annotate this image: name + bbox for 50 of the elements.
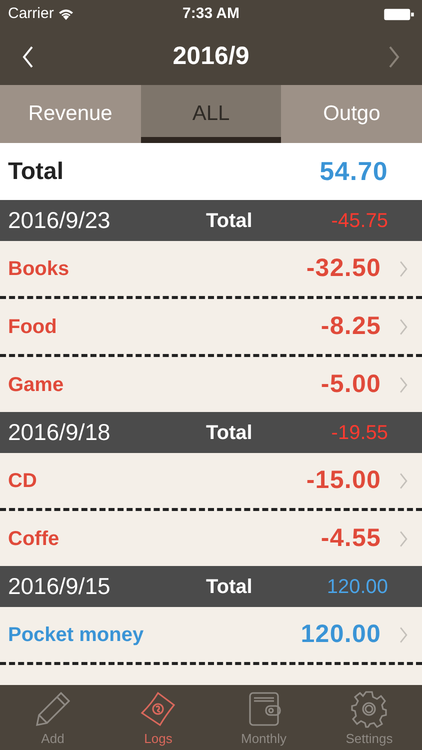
log-entry-row[interactable]: Game -5.00 <box>0 357 422 412</box>
category-label: Pocket money <box>8 622 144 648</box>
category-label: Books <box>8 256 70 282</box>
battery-icon <box>384 8 414 20</box>
carrier-label: Carrier <box>8 4 54 24</box>
chevron-right-icon[interactable] <box>399 260 408 276</box>
total-amount: 54.70 <box>320 155 388 188</box>
chevron-right-icon[interactable] <box>399 530 408 546</box>
category-label: CD <box>8 468 37 494</box>
chevron-right-icon[interactable] <box>399 318 408 334</box>
entry-amount: -5.00 <box>320 368 381 400</box>
category-label: Game <box>8 372 64 398</box>
filter-tab[interactable]: ALL <box>140 85 282 143</box>
settings-icon <box>349 689 390 729</box>
log-entry-row[interactable]: Pocket money 120.00 <box>0 607 422 662</box>
log-entry-row[interactable]: Food -8.25 <box>0 299 422 354</box>
entry-amount: 120.00 <box>300 618 381 650</box>
tab-bar-item[interactable]: Add <box>0 685 106 750</box>
day-total-label: Total <box>206 420 252 446</box>
wifi-icon <box>58 8 74 20</box>
entry-amount: -4.55 <box>320 522 381 554</box>
day-total-label: Total <box>206 574 252 600</box>
forward-chevron-icon[interactable] <box>388 44 400 68</box>
day-total-amount: -19.55 <box>331 420 388 446</box>
clock-time: 7:33 AM <box>182 4 240 24</box>
day-total-amount: -45.75 <box>331 208 388 234</box>
day-total-label: Total <box>206 208 252 234</box>
date-label: 2016/9/18 <box>8 418 112 448</box>
entry-amount: -15.00 <box>306 464 381 496</box>
tab-bar-item[interactable]: Logs <box>106 685 211 750</box>
tab-bar-item[interactable]: Monthly <box>211 685 316 750</box>
back-chevron-icon[interactable] <box>22 44 34 68</box>
filter-tab[interactable]: Revenue <box>0 85 141 143</box>
filter-tab[interactable]: Outgo <box>281 85 422 143</box>
log-entry-row[interactable]: Books -32.50 <box>0 241 422 296</box>
entry-amount: -8.25 <box>320 310 381 342</box>
chevron-right-icon[interactable] <box>399 376 408 392</box>
entry-amount: -32.50 <box>306 252 381 284</box>
date-label: 2016/9/23 <box>8 206 112 236</box>
month-title: 2016/9 <box>172 40 250 72</box>
log-entry-row[interactable]: Coffe -4.55 <box>0 511 422 566</box>
chevron-right-icon[interactable] <box>399 472 408 488</box>
total-label: Total <box>8 156 64 186</box>
log-entry-row[interactable]: CD -15.00 <box>0 453 422 508</box>
day-total-amount: 120.00 <box>326 574 388 600</box>
category-label: Coffe <box>8 526 60 552</box>
date-label: 2016/9/15 <box>8 572 112 602</box>
category-label: Food <box>8 314 57 340</box>
tab-bar-item[interactable]: Settings <box>316 685 422 750</box>
chevron-right-icon[interactable] <box>399 626 408 642</box>
